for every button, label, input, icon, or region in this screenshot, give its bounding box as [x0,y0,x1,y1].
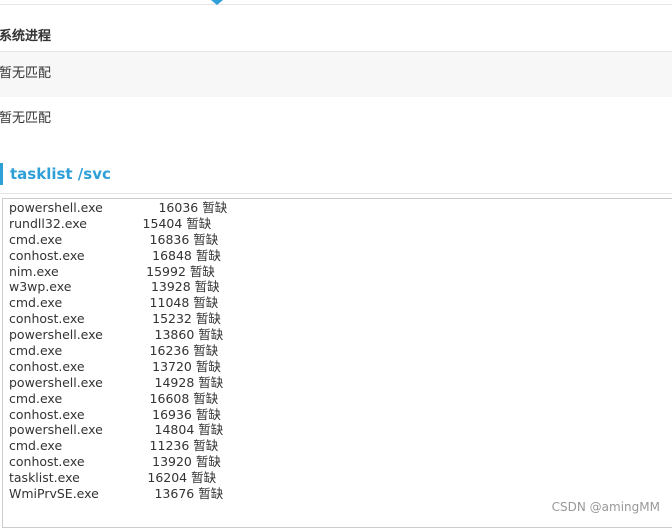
process-line: powershell.exe 14928 暂缺 [9,374,224,390]
process-line: conhost.exe 13720 暂缺 [9,358,221,374]
process-line: cmd.exe 11236 暂缺 [9,438,219,454]
process-line: conhost.exe 13920 暂缺 [9,454,221,470]
process-line: powershell.exe 16036 暂缺 [9,200,228,215]
watermark: CSDN @amingMM [551,500,660,514]
command-heading: tasklist /svc [0,163,111,185]
process-line: rundll32.exe 15404 暂缺 [9,215,212,231]
list-item-label: 暂无匹配 [0,66,52,81]
process-line: cmd.exe 16236 暂缺 [9,343,219,359]
divider [0,193,672,194]
process-line: cmd.exe 11048 暂缺 [9,295,219,311]
active-tab-caret-icon [211,0,223,5]
process-line: conhost.exe 15232 暂缺 [9,311,221,327]
process-line: conhost.exe 16936 暂缺 [9,406,221,422]
process-list: powershell.exe 16036 暂缺 rundll32.exe 1540… [9,200,227,502]
process-line: w3wp.exe 13928 暂缺 [9,279,220,295]
process-line: cmd.exe 16836 暂缺 [9,231,219,247]
section-title: 系统进程 [0,29,52,44]
process-line: powershell.exe 14804 暂缺 [9,422,224,438]
process-line: nim.exe 15992 暂缺 [9,263,215,279]
list-item: 暂无匹配 [0,51,672,98]
process-line: tasklist.exe 16204 暂缺 [9,470,217,486]
process-line: powershell.exe 13860 暂缺 [9,327,224,343]
process-line: cmd.exe 16608 暂缺 [9,390,219,406]
list-item-label: 暂无匹配 [0,111,52,126]
top-tab-strip [0,0,672,5]
list-item: 暂无匹配 [0,97,672,141]
process-line: conhost.exe 16848 暂缺 [9,247,221,263]
process-line: WmiPrvSE.exe 13676 暂缺 [9,486,224,502]
